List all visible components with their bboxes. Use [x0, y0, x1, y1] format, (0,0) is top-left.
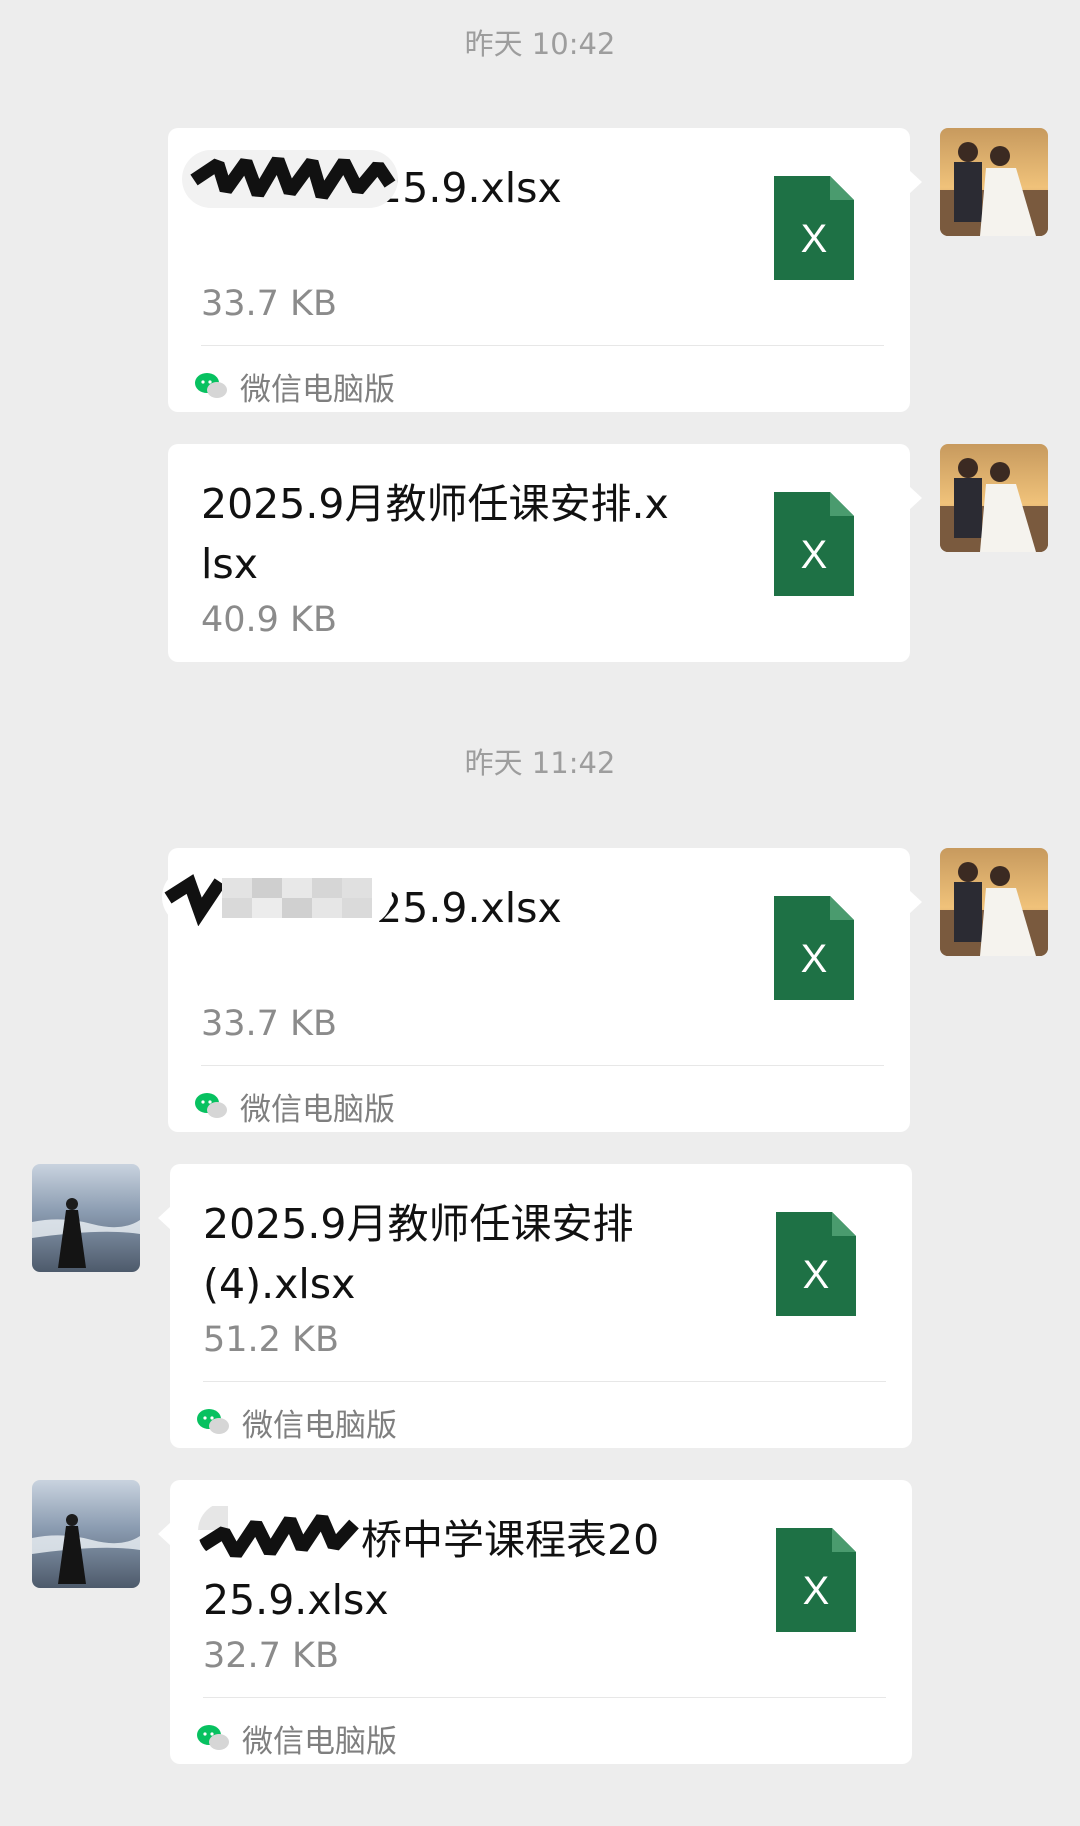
- excel-file-icon: X: [774, 896, 854, 1000]
- file-name: 2025.9月教师任课安排(4).xlsx: [203, 1200, 634, 1308]
- timestamp: 昨天 11:42: [464, 746, 616, 780]
- file-message[interactable]: 课程表2025.9.xlsx 33.7 KB X: [162, 848, 922, 1134]
- source-label: 微信电脑版: [242, 1723, 397, 1760]
- source-row: 微信电脑版: [194, 1078, 395, 1134]
- file-message[interactable]: 课程表2025.9.xlsx 33.7 KB X 微信电脑版: [168, 128, 922, 414]
- wechat-icon: [197, 1409, 229, 1434]
- file-message[interactable]: 桥中学课程表2025.9.xlsx 32.7 KB X 微信电脑版: [158, 1480, 912, 1766]
- excel-letter: X: [801, 937, 828, 981]
- timestamp: 昨天 10:42: [464, 27, 616, 61]
- redacted-text-mask: [182, 150, 398, 208]
- avatar[interactable]: [32, 1164, 140, 1272]
- excel-file-icon: X: [774, 176, 854, 280]
- file-name: 2025.9月教师任课安排.xlsx: [201, 480, 669, 588]
- divider: [201, 345, 884, 346]
- file-size: 32.7 KB: [203, 1636, 340, 1676]
- source-row: 微信电脑版: [196, 1394, 397, 1450]
- excel-file-icon: X: [776, 1212, 856, 1316]
- divider: [203, 1697, 886, 1698]
- file-message[interactable]: 2025.9月教师任课安排(4).xlsx 51.2 KB X 微信电脑版: [158, 1164, 912, 1450]
- excel-file-icon: X: [774, 492, 854, 596]
- excel-letter: X: [803, 1569, 830, 1613]
- excel-letter: X: [801, 533, 828, 577]
- file-size: 40.9 KB: [201, 600, 338, 640]
- avatar[interactable]: [940, 848, 1048, 956]
- divider: [203, 1381, 886, 1382]
- wechat-icon: [195, 1093, 227, 1118]
- avatar[interactable]: [940, 128, 1048, 236]
- divider: [201, 1065, 884, 1066]
- file-size: 33.7 KB: [201, 284, 338, 324]
- file-size: 33.7 KB: [201, 1004, 338, 1044]
- wechat-icon: [195, 373, 227, 398]
- source-label: 微信电脑版: [240, 1091, 395, 1128]
- avatar[interactable]: [940, 444, 1048, 552]
- excel-letter: X: [803, 1253, 830, 1297]
- source-label: 微信电脑版: [240, 371, 395, 408]
- source-row: 微信电脑版: [196, 1710, 397, 1766]
- source-row: 微信电脑版: [194, 358, 395, 414]
- excel-file-icon: X: [776, 1528, 856, 1632]
- redacted-text-mask: [198, 1502, 360, 1560]
- file-message[interactable]: 2025.9月教师任课安排.xlsx 40.9 KB X: [168, 444, 922, 662]
- redacted-text-mask: [162, 868, 392, 926]
- file-size: 51.2 KB: [203, 1320, 340, 1360]
- excel-letter: X: [801, 217, 828, 261]
- avatar[interactable]: [32, 1480, 140, 1588]
- wechat-icon: [197, 1725, 229, 1750]
- source-label: 微信电脑版: [242, 1407, 397, 1444]
